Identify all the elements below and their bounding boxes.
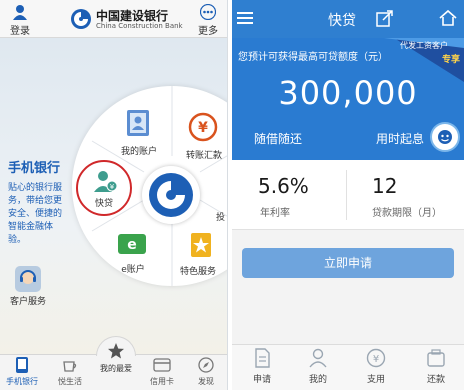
nav-item-label: 还款 bbox=[426, 375, 445, 385]
nav-item-label: 手机银行 bbox=[6, 377, 38, 386]
wheel-item-special-service[interactable]: 特色服务 bbox=[176, 232, 227, 282]
star-icon bbox=[108, 343, 124, 359]
yen-transfer-icon: ¥ bbox=[188, 112, 218, 142]
wallet-icon bbox=[427, 349, 445, 367]
nav-item-draw[interactable]: ¥ 支用 bbox=[354, 346, 398, 388]
ccb-center-logo-icon bbox=[149, 173, 193, 217]
feature-tag-interest: 用时起息 bbox=[376, 132, 425, 146]
nav-item-label: 我的 bbox=[308, 375, 327, 385]
home-button[interactable] bbox=[438, 9, 460, 29]
cup-icon bbox=[63, 361, 77, 372]
document-icon bbox=[255, 348, 270, 368]
wheel-item-label: 快贷 bbox=[94, 199, 113, 209]
home-icon bbox=[439, 9, 457, 26]
nav-item-favorites[interactable]: 我的最爱 bbox=[92, 340, 140, 390]
corner-ribbon-label: 代发工资客户 bbox=[400, 41, 448, 50]
side-title: 手机银行 bbox=[8, 161, 61, 176]
apply-now-button[interactable]: 立即申请 bbox=[242, 248, 454, 278]
loan-term-label: 贷款期限（月） bbox=[372, 208, 442, 219]
interest-rate-label: 年利率 bbox=[260, 208, 290, 219]
account-book-icon bbox=[127, 110, 149, 136]
wheel-item-label: 我的账户 bbox=[120, 147, 157, 157]
nav-item-apply[interactable]: 申请 bbox=[240, 346, 284, 388]
side-description: 贴心的银行服 务，带给您更 安全、便捷的 智能金融体 验。 bbox=[8, 182, 62, 247]
wheel-item-label: 特色服务 bbox=[180, 267, 217, 277]
star-service-icon bbox=[191, 233, 211, 257]
compass-icon bbox=[198, 357, 214, 373]
nav-item-label: 发现 bbox=[198, 377, 214, 386]
ccb-logo-icon bbox=[71, 9, 91, 29]
share-button[interactable] bbox=[376, 9, 396, 29]
hamburger-icon bbox=[237, 12, 253, 24]
svg-text:¥: ¥ bbox=[373, 354, 379, 365]
nav-item-label: 我的最爱 bbox=[100, 364, 132, 373]
wheel-item-label: 转账汇款 bbox=[186, 151, 223, 161]
user-icon bbox=[13, 5, 27, 20]
credit-limit-caption: 您预计可获得最高可贷额度（元） bbox=[238, 52, 388, 63]
wheel-center-logo[interactable] bbox=[142, 166, 200, 224]
wheel-item-e-account[interactable]: e e账户 bbox=[108, 232, 158, 282]
nav-item-label: 申请 bbox=[252, 375, 271, 385]
login-label: 登录 bbox=[10, 26, 30, 37]
nav-item-mine[interactable]: 我的 bbox=[296, 346, 340, 388]
wheel-item-transfer[interactable]: ¥ 转账汇款 bbox=[180, 112, 227, 164]
bank-logo: 中国建设银行 China Construction Bank bbox=[70, 7, 202, 33]
more-label: 更多 bbox=[198, 26, 218, 37]
side-description-line: 安全、便捷的 bbox=[8, 209, 63, 219]
interest-rate-value: 5.6% bbox=[258, 174, 309, 198]
stats-divider bbox=[346, 170, 347, 220]
quick-loan-screen: 快贷 您预计可获得最高可贷额度（元） 300,000 随借随还 用时起息 代发工… bbox=[232, 0, 464, 390]
yen-coin-icon: ¥ bbox=[366, 348, 386, 368]
assistant-button[interactable] bbox=[430, 122, 460, 152]
login-button[interactable]: 登录 bbox=[6, 2, 34, 37]
customer-service-label: 客户服务 bbox=[10, 297, 47, 307]
customer-service-icon bbox=[15, 266, 41, 292]
phone-icon bbox=[16, 357, 28, 373]
side-description-line: 贴心的银行服 bbox=[8, 183, 63, 193]
side-description-line: 务，带给您更 bbox=[8, 196, 63, 206]
loan-stats: 5.6% 年利率 12 贷款期限（月） bbox=[232, 160, 464, 230]
nav-item-mobile-bank[interactable]: 手机银行 bbox=[0, 354, 44, 390]
nav-item-label: 支用 bbox=[366, 375, 385, 385]
nav-item-repay[interactable]: 还款 bbox=[414, 346, 458, 388]
loan-person-icon: ¥ bbox=[94, 171, 118, 192]
more-dots-icon bbox=[200, 4, 216, 20]
nav-item-label: 信用卡 bbox=[150, 377, 174, 386]
svg-text:¥: ¥ bbox=[198, 120, 208, 136]
loan-term-value: 12 bbox=[372, 174, 398, 198]
share-icon bbox=[376, 10, 393, 27]
menu-button[interactable] bbox=[236, 10, 258, 28]
wheel-item-label: e账户 bbox=[121, 265, 145, 275]
e-account-card-icon: e bbox=[118, 234, 146, 254]
wheel-item-invest[interactable]: 投 bbox=[214, 192, 227, 232]
loan-hero: 您预计可获得最高可贷额度（元） 300,000 随借随还 用时起息 代发工资客户… bbox=[232, 38, 464, 160]
svg-text:¥: ¥ bbox=[110, 183, 115, 191]
wheel-item-my-account[interactable]: 我的账户 bbox=[112, 108, 166, 160]
customer-service-button[interactable]: 客户服务 bbox=[10, 266, 56, 307]
loan-header: 快贷 bbox=[232, 0, 464, 38]
nav-item-label: 悦生活 bbox=[58, 377, 82, 386]
nav-item-life[interactable]: 悦生活 bbox=[48, 354, 92, 390]
top-bar: 登录 中国建设银行 China Construction Bank 更多 bbox=[0, 0, 227, 38]
credit-card-icon bbox=[153, 358, 171, 372]
wheel-item-quick-loan[interactable]: ¥ 快贷 bbox=[76, 160, 132, 216]
side-description-line: 智能金融体 bbox=[8, 222, 54, 232]
assistant-face-icon bbox=[438, 130, 452, 144]
side-description-line: 验。 bbox=[8, 235, 27, 245]
loan-header-title: 快贷 bbox=[328, 13, 356, 29]
svg-text:e: e bbox=[127, 237, 137, 253]
nav-item-credit-card[interactable]: 信用卡 bbox=[140, 354, 184, 390]
wheel-item-label: 投 bbox=[216, 213, 226, 223]
ccb-home-screen: 登录 中国建设银行 China Construction Bank 更多 手机银… bbox=[0, 0, 228, 390]
more-button[interactable]: 更多 bbox=[194, 2, 222, 37]
corner-ribbon-exclusive: 专享 bbox=[442, 55, 461, 65]
bank-name-en: China Construction Bank bbox=[96, 22, 183, 30]
feature-tag-repay: 随借随还 bbox=[254, 132, 303, 146]
person-icon bbox=[309, 348, 327, 368]
nav-item-discover[interactable]: 发现 bbox=[184, 354, 227, 390]
